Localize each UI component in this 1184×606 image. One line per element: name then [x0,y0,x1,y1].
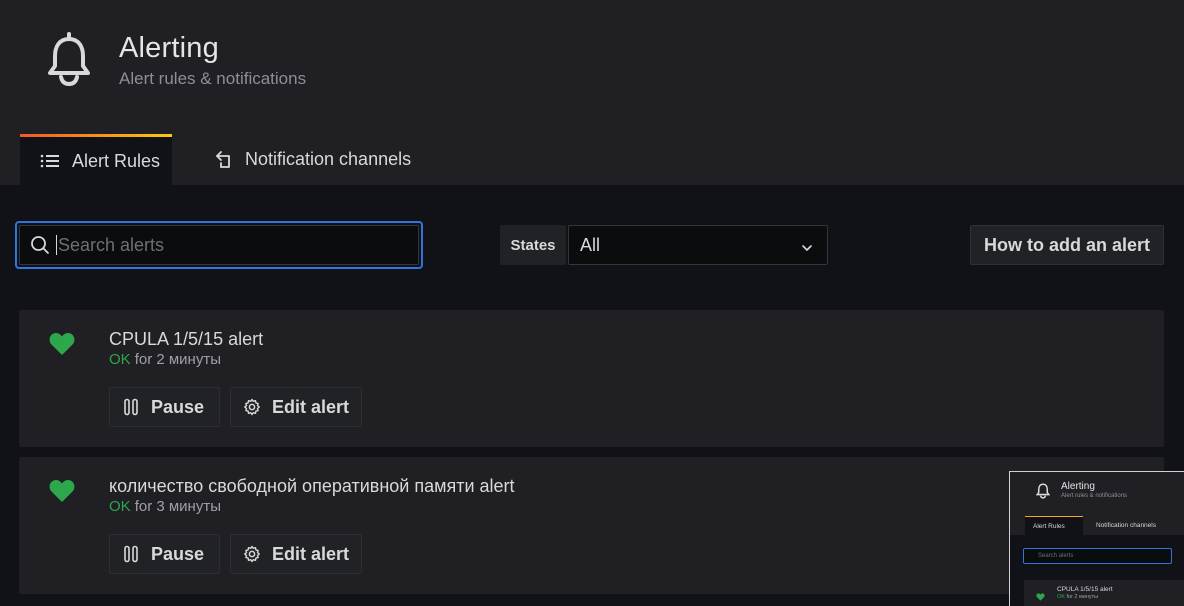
chevron-down-icon [800,239,814,253]
alert-state: OK for 3 минуты [109,498,221,515]
pause-button[interactable]: Pause [109,387,220,427]
pause-icon [122,398,140,416]
alert-state-ok: OK [109,498,131,515]
heart-icon [49,332,75,356]
alert-state-duration: for 2 минуты [134,351,221,368]
thumbnail-alert-state: OK for 2 минуты [1057,594,1098,600]
alert-name[interactable]: количество свободной оперативной памяти … [109,476,515,497]
pause-label: Pause [151,396,205,417]
thumbnail-alert-state-ok: OK [1057,594,1065,600]
page-title: Alerting [119,32,219,64]
alert-state-ok: OK [109,351,131,368]
thumbnail-bell-icon [1035,481,1051,499]
channel-arrow-icon [214,149,236,171]
search-field[interactable] [15,221,423,269]
how-to-add-alert-button[interactable]: How to add an alert [970,225,1164,265]
edit-alert-button[interactable]: Edit alert [230,387,362,427]
pause-label: Pause [151,543,205,564]
edit-alert-button[interactable]: Edit alert [230,534,362,574]
thumbnail-tab-notification-channels: Notification channels [1096,522,1156,529]
tab-notification-channels[interactable]: Notification channels [212,134,411,185]
thumbnail-alert-card [1024,580,1184,606]
thumbnail-heart-icon [1036,588,1045,601]
thumbnail-tab-alert-rules: Alert Rules [1025,516,1083,535]
gear-icon [243,398,261,416]
page-subtitle: Alert rules & notifications [119,69,307,88]
thumbnail-alert-duration: for 2 минуты [1066,594,1099,600]
thumbnail-search: Search alerts [1023,548,1172,564]
alerting-page: Alerting Alert rules & notifications Ale… [0,0,1184,606]
alert-rule-item: количество свободной оперативной памяти … [19,457,1164,594]
tab-alert-rules[interactable]: Alert Rules [20,134,172,185]
alert-state: OK for 2 минуты [109,351,221,368]
gear-icon [243,545,261,563]
search-input[interactable] [56,235,418,255]
heart-icon [49,479,75,503]
tab-label: Alert Rules [72,150,161,171]
search-icon [30,235,50,255]
edit-label: Edit alert [272,396,350,417]
page-header: Alerting Alert rules & notifications Ale… [0,0,1184,185]
alert-state-duration: for 3 минуты [134,498,221,515]
pause-icon [122,545,140,563]
thumbnail-alert-name: CPULA 1/5/15 alert [1057,586,1113,593]
thumbnail-subtitle: Alert rules & notifications [1061,493,1128,499]
alert-name[interactable]: CPULA 1/5/15 alert [109,329,263,350]
thumbnail-title: Alerting [1061,481,1095,492]
screenshot-thumbnail[interactable]: Alerting Alert rules & notifications Ale… [1009,471,1184,606]
list-icon [40,150,62,172]
alert-rule-item: CPULA 1/5/15 alert OK for 2 минуты Pause … [19,310,1164,447]
states-select[interactable]: All [568,225,828,265]
states-selected-value: All [580,234,601,255]
search-wrapper [19,225,419,265]
pause-button[interactable]: Pause [109,534,220,574]
tab-label: Notification channels [245,149,412,169]
bell-icon [46,30,92,87]
states-label: States [500,225,566,265]
edit-label: Edit alert [272,543,350,564]
